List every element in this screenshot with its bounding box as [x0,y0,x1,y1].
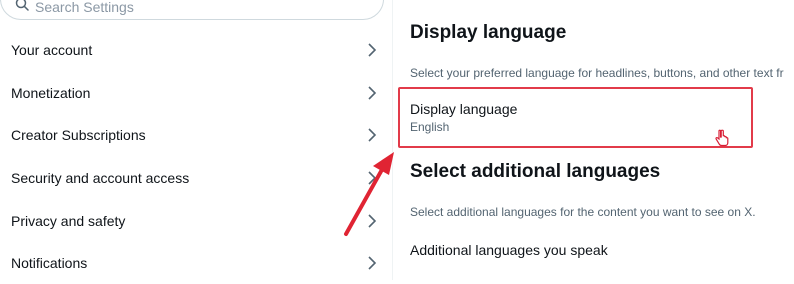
sidebar-item-label: Your account [11,42,93,58]
additional-languages-row[interactable]: Additional languages you speak [410,242,608,258]
additional-languages-description: Select additional languages for the cont… [410,205,756,219]
page-description: Select your preferred language for headl… [410,66,784,80]
search-settings-input[interactable]: Search Settings [0,0,384,20]
sidebar-item-monetization[interactable]: Monetization [0,72,392,114]
annotation-arrow-icon [344,152,394,236]
sidebar-item-label: Monetization [11,85,91,101]
sidebar-item-label: Security and account access [11,170,190,186]
sidebar-item-label: Privacy and safety [11,213,126,229]
search-icon [15,0,29,11]
sidebar-item-label: Notifications [11,255,88,271]
chevron-right-icon [368,86,377,100]
sidebar-item-privacy[interactable]: Privacy and safety [0,200,392,242]
sidebar-item-security[interactable]: Security and account access [0,157,392,199]
chevron-right-icon [368,128,377,142]
chevron-right-icon [368,256,377,270]
page-title: Display language [410,22,567,43]
search-placeholder: Search Settings [35,0,134,15]
sidebar-item-notifications[interactable]: Notifications [0,242,392,284]
settings-sidebar: Search Settings Your account Monetizatio… [0,0,392,280]
sidebar-item-creator-subscriptions[interactable]: Creator Subscriptions [0,114,392,156]
additional-languages-title: Select additional languages [410,161,661,182]
sidebar-item-label: Creator Subscriptions [11,127,146,143]
pointer-hand-icon [715,129,729,147]
display-language-panel: Display language Select your preferred l… [393,0,794,280]
display-language-row[interactable]: Display language English [398,87,753,148]
sidebar-item-your-account[interactable]: Your account [0,29,392,71]
display-language-label: Display language [410,101,518,117]
chevron-right-icon [368,43,377,57]
display-language-value: English [410,120,450,134]
